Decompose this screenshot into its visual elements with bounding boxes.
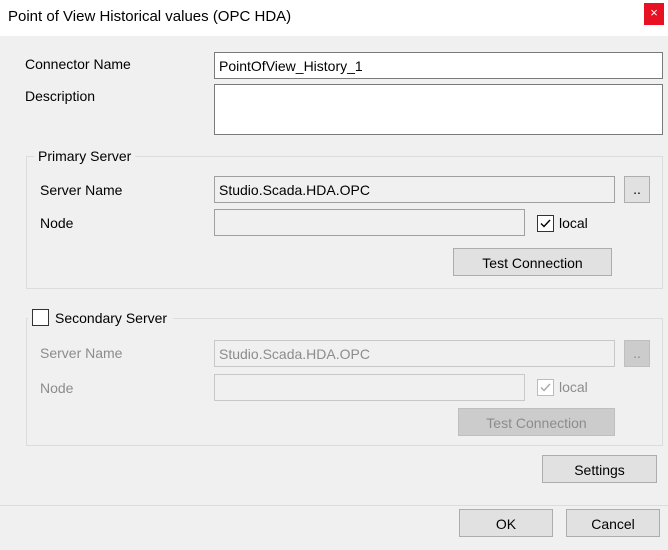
title-bar: Point of View Historical values (OPC HDA… — [0, 0, 668, 36]
checkmark-icon — [540, 383, 551, 392]
close-icon: × — [650, 5, 658, 20]
secondary-browse-button[interactable]: .. — [624, 340, 650, 367]
primary-server-legend: Primary Server — [34, 148, 136, 164]
primary-test-connection-button[interactable]: Test Connection — [453, 248, 612, 276]
connector-name-label: Connector Name — [25, 56, 131, 72]
secondary-node-input[interactable] — [214, 374, 525, 401]
ok-button[interactable]: OK — [459, 509, 553, 537]
primary-local-label: local — [559, 215, 588, 231]
connector-name-input[interactable]: PointOfView_History_1 — [214, 52, 663, 79]
close-button[interactable]: × — [644, 3, 664, 25]
primary-node-input[interactable] — [214, 209, 525, 236]
description-label: Description — [25, 88, 96, 104]
secondary-local-checkbox[interactable] — [537, 379, 554, 396]
checkmark-icon — [540, 219, 551, 228]
description-input[interactable] — [214, 84, 663, 135]
secondary-server-legend-label: Secondary Server — [55, 310, 168, 326]
secondary-local-label: local — [559, 379, 588, 395]
settings-button[interactable]: Settings — [542, 455, 657, 483]
secondary-server-name-input[interactable]: Studio.Scada.HDA.OPC — [214, 340, 615, 367]
primary-server-name-input[interactable]: Studio.Scada.HDA.OPC — [214, 176, 615, 203]
footer-separator — [0, 505, 668, 506]
primary-local-checkbox[interactable] — [537, 215, 554, 232]
secondary-node-label: Node — [40, 380, 74, 396]
window-title: Point of View Historical values (OPC HDA… — [8, 8, 292, 25]
primary-node-label: Node — [40, 215, 74, 231]
secondary-server-legend: Secondary Server — [28, 309, 174, 326]
primary-browse-button[interactable]: .. — [624, 176, 650, 203]
secondary-server-checkbox[interactable] — [32, 309, 49, 326]
cancel-button[interactable]: Cancel — [566, 509, 660, 537]
secondary-server-name-label: Server Name — [40, 345, 123, 361]
primary-server-name-label: Server Name — [40, 182, 123, 198]
secondary-test-connection-button[interactable]: Test Connection — [458, 408, 615, 436]
